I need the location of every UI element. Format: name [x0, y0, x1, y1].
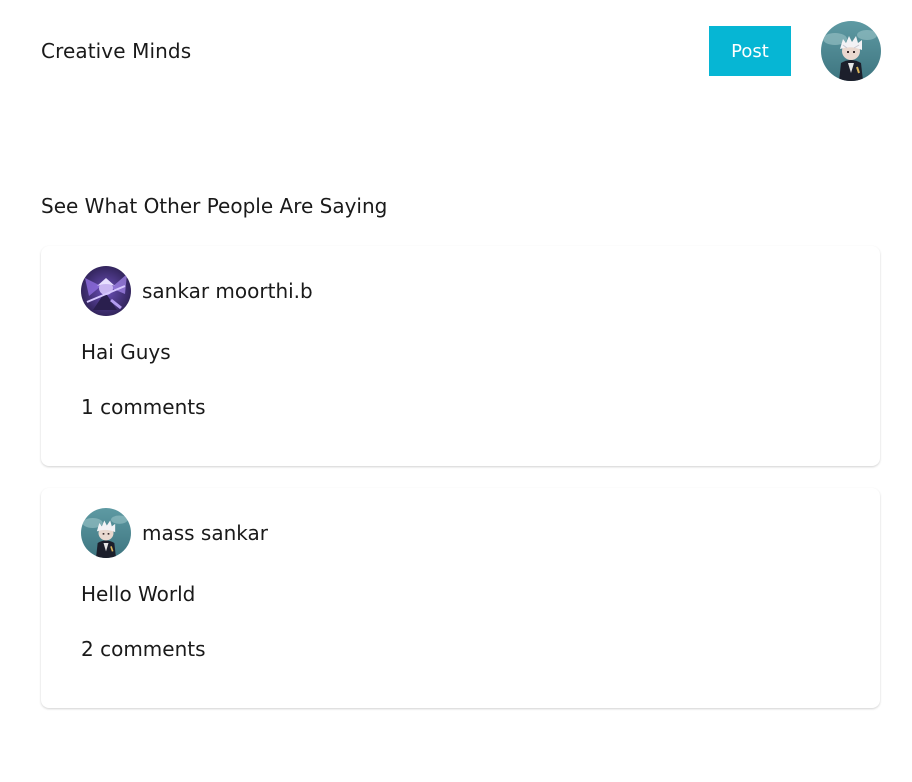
post-text: Hai Guys: [81, 340, 171, 364]
post-card: sankar moorthi.b Hai Guys 1 comments: [41, 246, 880, 466]
top-nav: Creative Minds Post: [41, 20, 881, 82]
brand-logo[interactable]: Creative Minds: [41, 39, 191, 63]
user-avatar-icon[interactable]: [821, 21, 881, 81]
author-name: sankar moorthi.b: [142, 279, 313, 303]
author-avatar-image: [81, 508, 131, 558]
comments-link[interactable]: 1 comments: [81, 395, 206, 419]
nav-actions: Post: [709, 21, 881, 81]
author-avatar-icon: [81, 266, 131, 316]
author-avatar-image: [81, 266, 131, 316]
author-name: mass sankar: [142, 521, 268, 545]
post-card: mass sankar Hello World 2 comments: [41, 488, 880, 708]
post-button[interactable]: Post: [709, 26, 791, 76]
post-text: Hello World: [81, 582, 196, 606]
post-author: mass sankar: [81, 508, 268, 558]
feed-heading: See What Other People Are Saying: [41, 194, 388, 218]
author-avatar-icon: [81, 508, 131, 558]
comments-link[interactable]: 2 comments: [81, 637, 206, 661]
post-author: sankar moorthi.b: [81, 266, 313, 316]
user-avatar-image: [821, 21, 881, 81]
page: Creative Minds Post See What Other Peopl…: [0, 0, 912, 782]
